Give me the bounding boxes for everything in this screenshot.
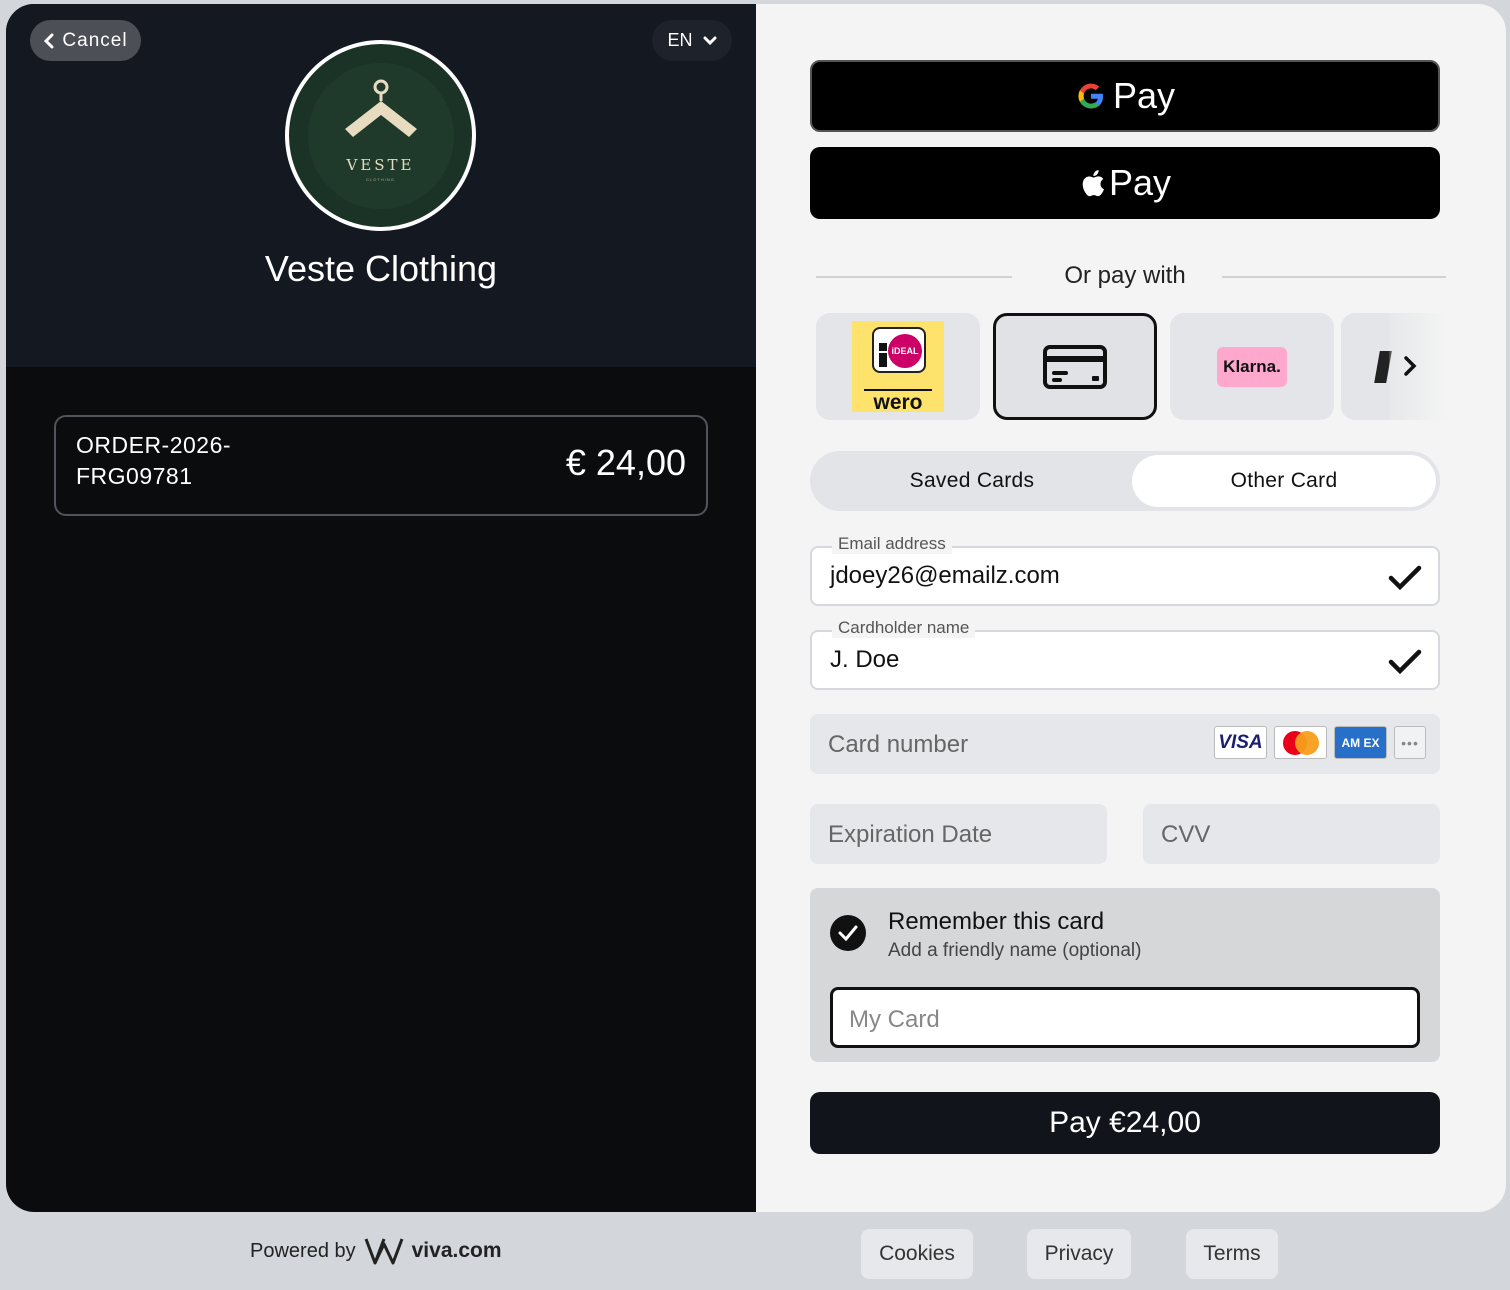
- google-pay-label: Pay: [1112, 75, 1176, 116]
- divider-right: [1222, 276, 1446, 278]
- klarna-logo: Klarna.: [1217, 346, 1287, 387]
- ideal-badge: iDEAL: [888, 334, 922, 368]
- terms-link[interactable]: Terms: [1186, 1229, 1278, 1279]
- merchant-panel: Cancel EN VESTE CLOTHING Veste Clothing …: [6, 4, 756, 1212]
- check-icon: [838, 925, 858, 942]
- or-pay-with-label: Or pay with: [1064, 262, 1186, 289]
- email-field[interactable]: Email address jdoey26@emailz.com: [810, 534, 1440, 606]
- more-brands-label: •••: [1401, 734, 1419, 751]
- expiration-date-field[interactable]: Expiration Date: [810, 804, 1107, 864]
- email-label: Email address: [832, 534, 952, 554]
- language-selector[interactable]: EN: [652, 20, 732, 61]
- apple-pay-button[interactable]: Pay: [810, 147, 1440, 219]
- order-amount: € 24,00: [565, 442, 686, 483]
- ideal-wero-logo: iDEAL wero: [852, 321, 944, 414]
- logo-wordmark: VESTE: [346, 155, 415, 174]
- google-pay-button[interactable]: Pay: [810, 60, 1440, 132]
- card-tabs: Saved Cards Other Card: [810, 451, 1440, 511]
- merchant-logo: VESTE CLOTHING: [285, 40, 476, 231]
- remember-card-section: Remember this card Add a friendly name (…: [810, 888, 1440, 1062]
- visa-label: VISA: [1218, 731, 1263, 753]
- cancel-button[interactable]: Cancel: [30, 20, 141, 61]
- expiration-placeholder: Expiration Date: [828, 821, 993, 848]
- viva-brand[interactable]: viva.com: [412, 1239, 502, 1263]
- card-number-placeholder: Card number: [828, 731, 969, 758]
- method-card[interactable]: [993, 313, 1157, 420]
- check-icon: [1388, 649, 1422, 675]
- chevron-left-icon: [44, 33, 54, 48]
- cardholder-value[interactable]: J. Doe: [830, 646, 899, 674]
- order-id: ORDER-2026-FRG09781: [76, 432, 232, 489]
- tab-saved-cards[interactable]: Saved Cards: [814, 455, 1130, 507]
- powered-by: Powered by viva.com: [250, 1236, 502, 1266]
- tab-other-card[interactable]: Other Card: [1132, 455, 1436, 507]
- cancel-label: Cancel: [62, 29, 128, 51]
- more-brands-icon: •••: [1394, 726, 1426, 759]
- divider-left: [816, 276, 1012, 278]
- email-value[interactable]: jdoey26@emailz.com: [830, 562, 1060, 590]
- card-brands: VISA AM EX •••: [1214, 726, 1426, 759]
- mastercard-icon: [1274, 726, 1327, 759]
- apple-icon: [1082, 170, 1104, 197]
- cvv-field[interactable]: CVV: [1143, 804, 1440, 864]
- remember-card-checkbox[interactable]: [830, 915, 866, 951]
- order-summary: ORDER-2026-FRG09781 € 24,00: [54, 415, 708, 516]
- card-nickname-placeholder: My Card: [849, 1006, 940, 1033]
- amex-icon: AM EX: [1334, 726, 1387, 759]
- logo-subtext: CLOTHING: [366, 176, 395, 182]
- viva-logo-icon: [364, 1238, 404, 1265]
- remember-card-title: Remember this card: [888, 908, 1105, 935]
- method-more[interactable]: [1341, 313, 1447, 420]
- chevron-right-icon[interactable]: [1403, 355, 1417, 377]
- card-nickname-input[interactable]: My Card: [830, 987, 1420, 1048]
- cardholder-label: Cardholder name: [832, 618, 976, 638]
- wero-label: wero: [873, 391, 923, 414]
- cookies-link[interactable]: Cookies: [861, 1229, 973, 1279]
- language-label: EN: [667, 30, 693, 50]
- pay-button[interactable]: Pay €24,00: [810, 1092, 1440, 1154]
- method-klarna[interactable]: Klarna.: [1170, 313, 1334, 420]
- method-ideal-wero[interactable]: iDEAL wero: [816, 313, 980, 420]
- merchant-header: Cancel EN VESTE CLOTHING Veste Clothing: [6, 4, 756, 367]
- amex-label: AM EX: [1341, 735, 1380, 750]
- privacy-link[interactable]: Privacy: [1027, 1229, 1131, 1279]
- powered-by-label: Powered by: [250, 1239, 356, 1262]
- check-icon: [1388, 565, 1422, 591]
- remember-card-subtitle: Add a friendly name (optional): [888, 940, 1142, 961]
- hanger-icon: [344, 79, 417, 137]
- apple-pay-label: Pay: [1108, 162, 1172, 203]
- visa-icon: VISA: [1214, 726, 1267, 759]
- merchant-name: Veste Clothing: [264, 248, 498, 289]
- credit-card-icon: [1043, 344, 1107, 389]
- cardholder-name-field[interactable]: Cardholder name J. Doe: [810, 618, 1440, 690]
- card-number-field[interactable]: Card number VISA AM EX •••: [810, 714, 1440, 774]
- google-g-icon: [1078, 83, 1103, 109]
- chevron-down-icon: [703, 36, 716, 45]
- cvv-placeholder: CVV: [1161, 821, 1211, 848]
